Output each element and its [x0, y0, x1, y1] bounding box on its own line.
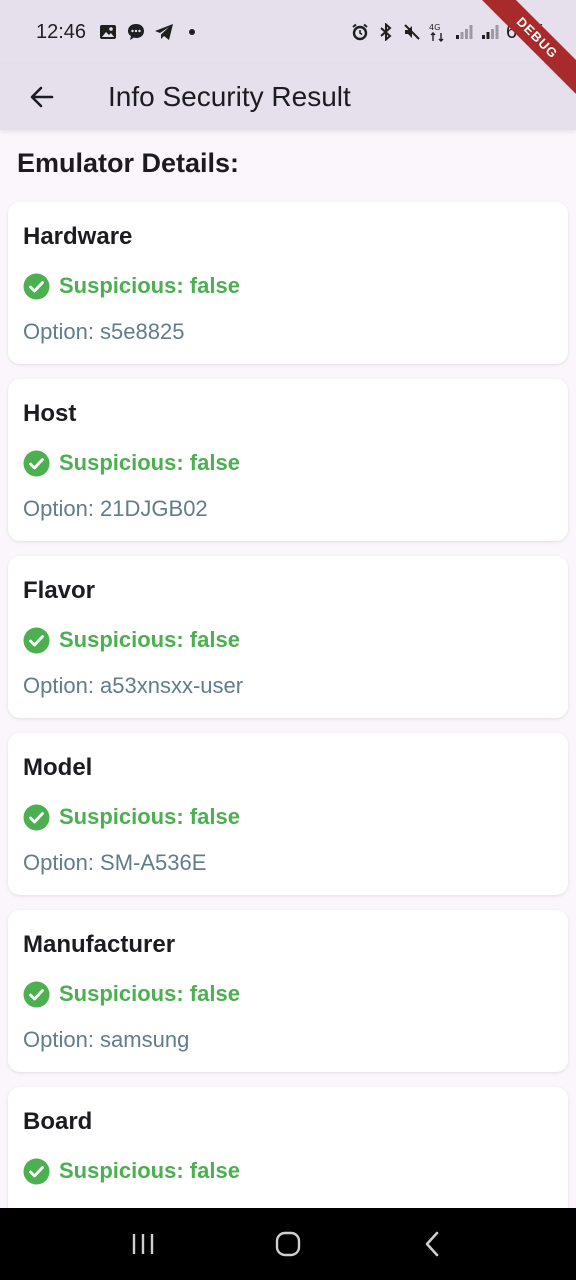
card-board: Board Suspicious: false: [8, 1087, 568, 1208]
suspicious-status: Suspicious: false: [59, 1158, 240, 1183]
content-scroll[interactable]: Emulator Details: Hardware Suspicious: f…: [0, 130, 576, 1208]
check-circle-icon: [23, 627, 50, 654]
status-row: Suspicious: false: [23, 271, 553, 301]
card-manufacturer: Manufacturer Suspicious: false Option: s…: [8, 910, 568, 1072]
card-model: Model Suspicious: false Option: SM-A536E: [8, 733, 568, 895]
bluetooth-icon: [376, 22, 396, 42]
telegram-icon: [154, 22, 174, 42]
home-button[interactable]: [258, 1214, 318, 1274]
app-bar: Info Security Result: [0, 64, 576, 130]
option-value: Option: a53xnsxx-user: [23, 673, 244, 698]
status-row: Suspicious: false: [23, 448, 553, 478]
back-nav-button[interactable]: [403, 1214, 463, 1274]
cards-list: Hardware Suspicious: false Option: s5e88…: [0, 184, 576, 1208]
back-button[interactable]: [14, 69, 70, 125]
check-circle-icon: [23, 981, 50, 1008]
svg-text:4G: 4G: [429, 23, 440, 32]
suspicious-status: Suspicious: false: [59, 273, 240, 298]
suspicious-status: Suspicious: false: [59, 981, 240, 1006]
alarm-icon: [350, 22, 370, 42]
check-circle-icon: [23, 1158, 50, 1185]
card-host: Host Suspicious: false Option: 21DJGB02: [8, 379, 568, 541]
recents-button[interactable]: [113, 1214, 173, 1274]
option-value: Option: s5e8825: [23, 319, 185, 344]
check-circle-icon: [23, 273, 50, 300]
status-row: Suspicious: false: [23, 1156, 553, 1186]
chevron-left-icon: [426, 1231, 439, 1257]
option-value: Option: SM-A536E: [23, 850, 207, 875]
suspicious-status: Suspicious: false: [59, 450, 240, 475]
gallery-icon: [98, 22, 118, 42]
notification-dot-icon: [182, 22, 202, 42]
suspicious-status: Suspicious: false: [59, 627, 240, 652]
signal-icon: [454, 22, 474, 42]
check-circle-icon: [23, 450, 50, 477]
card-title: Model: [23, 754, 93, 781]
card-flavor: Flavor Suspicious: false Option: a53xnsx…: [8, 556, 568, 718]
system-nav-bar: [0, 1208, 576, 1280]
card-hardware: Hardware Suspicious: false Option: s5e88…: [8, 202, 568, 364]
suspicious-status: Suspicious: false: [59, 804, 240, 829]
status-row: Suspicious: false: [23, 979, 553, 1009]
status-bar: 12:46 4G 68%: [0, 0, 576, 64]
check-circle-icon: [23, 804, 50, 831]
card-title: Host: [23, 400, 77, 427]
mute-icon: [402, 22, 422, 42]
home-icon: [275, 1231, 301, 1257]
section-title: Emulator Details:: [17, 148, 240, 178]
status-time: 12:46: [36, 20, 87, 43]
option-value: Option: 21DJGB02: [23, 496, 208, 521]
card-title: Flavor: [23, 577, 96, 604]
card-title: Board: [23, 1108, 93, 1135]
card-title: Hardware: [23, 223, 133, 250]
arrow-back-icon: [30, 86, 54, 108]
recents-icon: [132, 1234, 153, 1254]
network-4g-icon: 4G: [428, 22, 448, 42]
card-title: Manufacturer: [23, 931, 176, 958]
option-value: Option: samsung: [23, 1027, 190, 1052]
page-title: Info Security Result: [108, 81, 351, 112]
chat-icon: [126, 22, 146, 42]
signal-icon-2: [480, 22, 500, 42]
status-row: Suspicious: false: [23, 625, 553, 655]
status-row: Suspicious: false: [23, 802, 553, 832]
status-left: 12:46: [36, 21, 202, 44]
